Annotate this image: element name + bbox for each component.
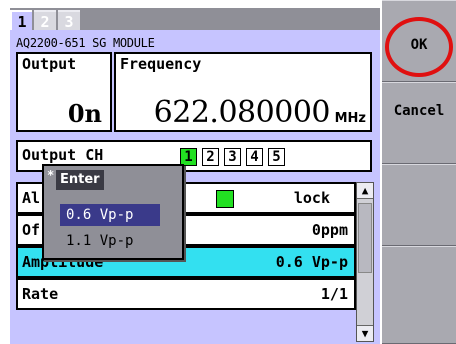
tab-1[interactable]: 1 [10,10,32,31]
list-row-rate[interactable]: Rate 1/1 [16,278,356,310]
row-value: 1/1 [320,285,348,303]
channel-2-button[interactable]: 2 [202,148,219,166]
scroll-up-arrow-icon[interactable]: ▲ [357,183,373,199]
blank-softkey-4[interactable] [382,246,456,344]
lock-indicator [216,190,234,208]
cancel-label: Cancel [393,103,445,119]
row-value: 0.6 Vp-p [275,253,348,271]
ok-label: OK [410,37,428,53]
cancel-softkey[interactable]: Cancel [382,82,456,164]
row-value: 0ppm [311,221,348,239]
output-value: 0n [67,99,102,128]
output-box[interactable]: Output 0n [16,52,112,132]
list-scrollbar[interactable]: ▲ ▼ [356,182,374,342]
scroll-thumb[interactable] [358,203,372,273]
output-label: Output [22,55,77,73]
enter-popup: * Enter 0.6 Vp-p 1.1 Vp-p [42,164,184,260]
popup-marker: * [47,168,55,182]
row-label: Of [22,221,41,239]
frequency-value: 622.080000 [153,95,331,130]
tab-strip: 1 2 3 [10,8,380,31]
output-ch-label: Output CH [22,146,104,164]
softkey-sidebar: OK Cancel [382,0,456,344]
tab-2[interactable]: 2 [34,10,56,31]
module-title: AQ2200-651 SG MODULE [16,36,155,50]
frequency-unit: MHz [334,111,366,126]
sg-module-screen: 1 2 3 AQ2200-651 SG MODULE Output 0n Fre… [0,0,456,344]
frequency-box[interactable]: Frequency 622.080000 MHz [114,52,372,132]
tab-3[interactable]: 3 [58,10,80,31]
row-label: Al [22,189,41,207]
scroll-down-arrow-icon[interactable]: ▼ [357,325,373,341]
popup-title: Enter [56,170,104,190]
frequency-label: Frequency [120,55,202,73]
blank-softkey-3[interactable] [382,164,456,246]
channel-3-button[interactable]: 3 [224,148,241,166]
popup-option-0-6[interactable]: 0.6 Vp-p [60,204,160,226]
channel-4-button[interactable]: 4 [246,148,263,166]
row-value: lock [293,189,330,207]
popup-option-1-1[interactable]: 1.1 Vp-p [60,230,160,252]
channel-5-button[interactable]: 5 [268,148,285,166]
ok-softkey[interactable]: OK [382,0,456,82]
row-label: Rate [22,285,59,303]
